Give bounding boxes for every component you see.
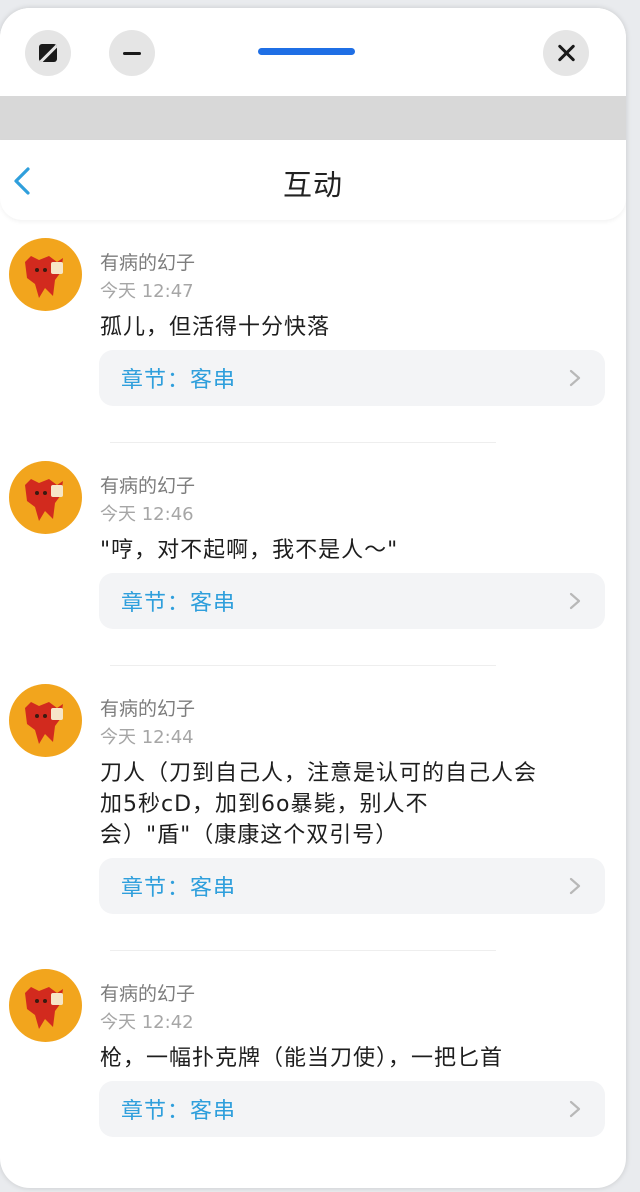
minimize-icon [123, 51, 141, 55]
avatar[interactable] [9, 238, 82, 311]
chapter-label: 章节：客串 [121, 1099, 237, 1124]
chapter-link[interactable]: 章节：客串 [99, 858, 605, 914]
chapter-label: 章节：客串 [121, 591, 237, 616]
status-strip [0, 96, 626, 140]
chapter-link[interactable]: 章节：客串 [99, 573, 605, 629]
chevron-right-icon [569, 369, 581, 387]
avatar-image [25, 987, 63, 1029]
user-name[interactable]: 有病的幻子 [100, 694, 195, 721]
chapter-label: 章节：客串 [121, 368, 237, 393]
user-name[interactable]: 有病的幻子 [100, 248, 195, 275]
chapter-label: 章节：客串 [121, 876, 237, 901]
avatar[interactable] [9, 684, 82, 757]
timestamp: 今天 12:46 [100, 504, 194, 525]
comment-text: 孤儿，但活得十分快落 [100, 315, 331, 340]
comment-item: 有病的幻子 今天 12:47 孤儿，但活得十分快落 章节：客串 [0, 220, 626, 443]
comment-text: 刀人（刀到自己人，注意是认可的自己人会加5秒cD，加到6o暴毙，别人不会）"盾"… [100, 761, 538, 848]
timestamp: 今天 12:47 [100, 281, 194, 302]
comment-text: "哼，对不起啊，我不是人～" [100, 538, 399, 563]
chevron-right-icon [569, 1100, 581, 1118]
comment-text: 枪，一幅扑克牌（能当刀使），一把匕首 [100, 1046, 504, 1071]
user-name[interactable]: 有病的幻子 [100, 979, 195, 1006]
chevron-right-icon [569, 592, 581, 610]
comment-item: 有病的幻子 今天 12:46 "哼，对不起啊，我不是人～" 章节：客串 [0, 443, 626, 666]
split-screen-icon [39, 44, 57, 62]
chapter-link[interactable]: 章节：客串 [99, 350, 605, 406]
minimize-button[interactable] [109, 30, 155, 76]
avatar-image [25, 256, 63, 298]
page-title: 互动 [282, 168, 343, 202]
chevron-right-icon [569, 877, 581, 895]
split-screen-button[interactable] [25, 30, 71, 76]
timestamp: 今天 12:42 [100, 1012, 194, 1033]
timestamp: 今天 12:44 [100, 727, 194, 748]
close-icon [556, 43, 576, 63]
user-name[interactable]: 有病的幻子 [100, 471, 195, 498]
drag-handle[interactable] [258, 48, 355, 55]
avatar[interactable] [9, 461, 82, 534]
window-control-bar [0, 8, 626, 96]
avatar-image [25, 479, 63, 521]
app-header: 互动 [0, 140, 626, 220]
close-window-button[interactable] [543, 30, 589, 76]
comment-item: 有病的幻子 今天 12:44 刀人（刀到自己人，注意是认可的自己人会加5秒cD，… [0, 666, 626, 951]
comment-feed[interactable]: 有病的幻子 今天 12:47 孤儿，但活得十分快落 章节：客串 有病的幻子 今天… [0, 220, 626, 1174]
chapter-link[interactable]: 章节：客串 [99, 1081, 605, 1137]
comment-item: 有病的幻子 今天 12:42 枪，一幅扑克牌（能当刀使），一把匕首 章节：客串 [0, 951, 626, 1174]
avatar-image [25, 702, 63, 744]
floating-window: 互动 有病的幻子 今天 12:47 孤儿，但活得十分快落 章节：客串 有病的幻子… [0, 8, 626, 1188]
avatar[interactable] [9, 969, 82, 1042]
